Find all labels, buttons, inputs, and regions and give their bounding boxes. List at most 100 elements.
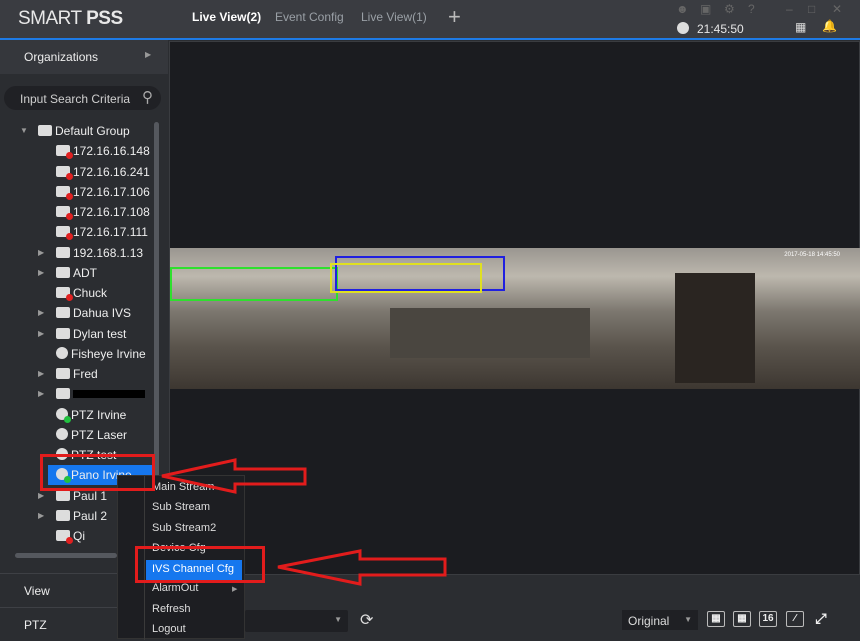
search-placeholder: Input Search Criteria [20, 92, 131, 106]
device-icon [56, 165, 73, 180]
stream-select[interactable]: ▼ [245, 610, 348, 632]
expand-icon[interactable]: ▶ [38, 268, 44, 277]
layout-16-button[interactable]: 16 [759, 611, 777, 627]
annotation-arrow-1 [161, 458, 307, 494]
tree-node[interactable] [56, 387, 145, 407]
panorama-video-feed[interactable]: 2017-05-18 14:45:50 [170, 248, 860, 389]
organizations-label: Organizations [24, 50, 99, 64]
lock-icon[interactable]: ▣ [700, 2, 711, 16]
expand-icon[interactable]: ▶ [38, 248, 44, 257]
menu-item[interactable]: Logout [152, 623, 186, 635]
aspect-ratio-select[interactable]: Original ▼ [622, 610, 698, 630]
tree-node[interactable]: Qi [56, 529, 85, 549]
device-icon [56, 266, 70, 278]
device-icon [56, 246, 70, 258]
add-tab-icon[interactable]: + [448, 4, 461, 30]
ivs-rule-yellow [330, 263, 482, 293]
tree-node[interactable]: 172.16.17.108 [56, 205, 150, 225]
device-icon [56, 307, 70, 319]
device-icon [56, 530, 73, 544]
close-icon[interactable]: ✕ [832, 2, 842, 16]
menu-item[interactable]: Refresh [152, 603, 191, 615]
tree-node-label: Dahua IVS [73, 306, 132, 321]
tree-node-label: Qi [73, 529, 85, 543]
tree-node[interactable]: Dahua IVS [56, 306, 131, 326]
custom-layout-icon[interactable]: ∕ [786, 611, 804, 627]
aspect-ratio-value: Original [628, 614, 670, 628]
tree-node-label: 192.168.1.13 [73, 245, 144, 260]
expand-icon[interactable]: ▶ [38, 308, 44, 317]
tree-node[interactable]: PTZ Laser [56, 427, 128, 448]
device-icon [56, 509, 70, 521]
maximize-icon[interactable]: □ [808, 2, 815, 16]
layout-4-icon[interactable]: ▦ [707, 611, 725, 627]
expand-icon[interactable]: ▶ [38, 369, 44, 378]
help-icon[interactable]: ? [748, 2, 755, 16]
tree-node[interactable]: Fred [56, 367, 98, 387]
device-icon [56, 145, 73, 160]
tree-node-label: Default Group [55, 124, 130, 138]
tree-node[interactable]: Paul 1 [56, 489, 107, 509]
device-icon [56, 368, 70, 379]
tree-node[interactable]: ADT [56, 266, 97, 286]
tab-live-view-2[interactable]: Live View(2) [192, 10, 261, 24]
camera-icon [56, 407, 71, 423]
chevron-down-icon: ▼ [334, 615, 342, 624]
expand-icon[interactable]: ▶ [38, 329, 44, 338]
expand-icon[interactable]: ▶ [38, 511, 44, 520]
tree-node[interactable]: 172.16.16.241 [56, 165, 150, 185]
expand-icon[interactable]: ▶ [38, 491, 44, 500]
tree-node[interactable]: 172.16.17.111 [56, 225, 148, 245]
tree-node[interactable]: 192.168.1.13 [56, 246, 143, 266]
menu-item[interactable]: Sub Stream2 [152, 522, 216, 534]
tree-node[interactable]: Dylan test [56, 327, 126, 347]
tree-node[interactable]: Chuck [56, 286, 107, 306]
camera-icon [56, 346, 68, 359]
organizations-header[interactable]: Organizations ▶ [0, 40, 168, 74]
expand-icon[interactable]: ▶ [38, 389, 44, 398]
layout-9-icon[interactable]: ▦ [733, 611, 751, 627]
chevron-right-icon: ▶ [145, 50, 152, 59]
annotation-arrow-2 [277, 549, 447, 586]
tree-node-label: 172.16.16.241 [73, 164, 150, 179]
group-icon [38, 125, 52, 136]
tree-node[interactable]: Paul 2 [56, 509, 107, 529]
gear-icon[interactable]: ⚙ [724, 2, 735, 16]
clock-text: 21:45:50 [697, 22, 744, 36]
app-logo: SMART PSS [18, 8, 123, 29]
device-icon [56, 206, 73, 220]
device-icon [56, 226, 73, 241]
tree-node[interactable]: PTZ Irvine [56, 407, 126, 428]
expand-icon[interactable]: ▼ [20, 126, 28, 135]
tree-node-label: ADT [73, 265, 97, 280]
cycle-play-icon[interactable]: ⟳ [360, 610, 373, 630]
cpu-icon[interactable]: ▦ [795, 20, 806, 34]
tree-node-label: Fred [73, 367, 98, 381]
tab-live-view-1[interactable]: Live View(1) [361, 10, 427, 24]
menu-item[interactable]: AlarmOut [152, 582, 198, 594]
tree-node-label: PTZ Laser [71, 427, 128, 442]
tab-event-config[interactable]: Event Config [275, 10, 344, 24]
device-icon [56, 287, 73, 301]
tree-node[interactable]: 172.16.17.106 [56, 185, 150, 205]
bell-icon[interactable]: 🔔 [822, 19, 837, 33]
device-icon [56, 489, 70, 501]
search-input[interactable]: Input Search Criteria ⚲ [4, 86, 161, 110]
search-icon[interactable]: ⚲ [142, 88, 153, 106]
tree-node[interactable]: Default Group [38, 124, 130, 144]
user-icon[interactable]: ☻ [676, 2, 689, 16]
tree-node-label: Fisheye Irvine [71, 346, 146, 361]
tree-horizontal-scrollbar[interactable] [15, 553, 117, 558]
menu-item[interactable]: Sub Stream [152, 501, 210, 513]
tree-node-label: Dylan test [73, 326, 127, 341]
device-icon [56, 388, 70, 400]
device-icon [56, 327, 70, 339]
tree-node-label: Paul 2 [73, 508, 108, 523]
annotation-box-menu [135, 546, 265, 583]
device-icon [56, 185, 73, 200]
tree-node[interactable]: Fisheye Irvine [56, 346, 146, 367]
fullscreen-icon[interactable]: ⤢ [812, 611, 830, 627]
tree-node[interactable]: 172.16.16.148 [56, 144, 150, 164]
annotation-box-node [40, 454, 155, 491]
minimize-icon[interactable]: – [786, 2, 793, 16]
